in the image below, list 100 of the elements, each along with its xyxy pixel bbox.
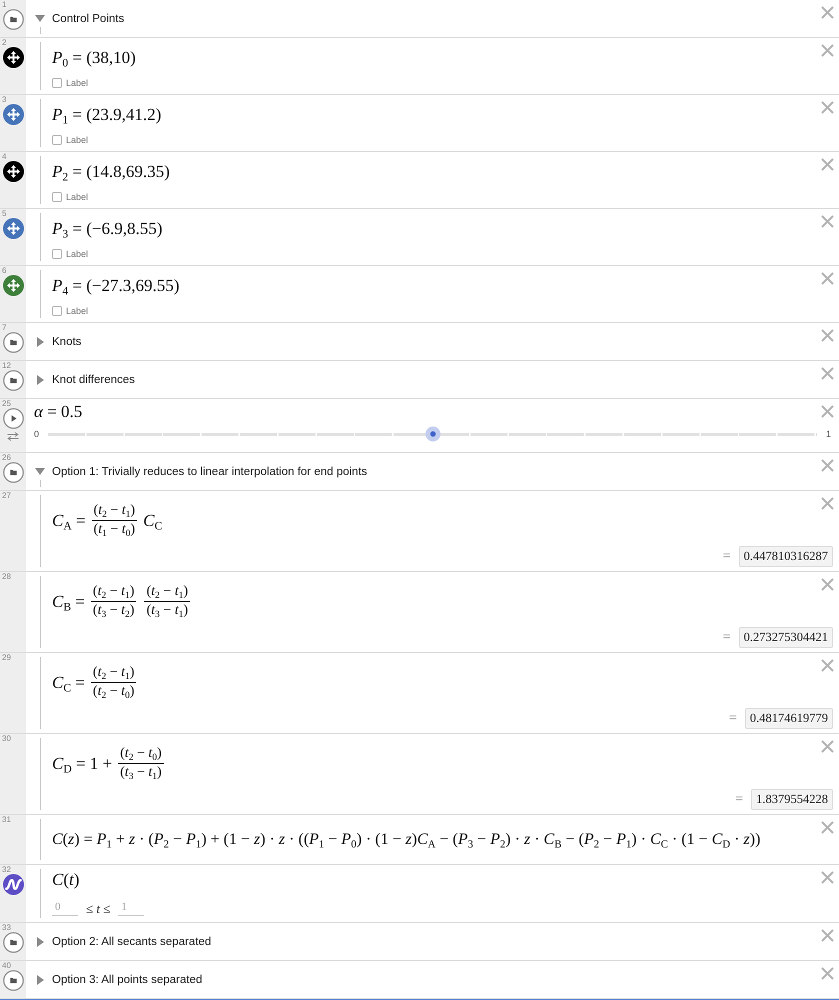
formula-text: P$_{1}$ = (23.9,41.2) [52,105,162,124]
formula-text: C$_{B}$ = [52,592,85,612]
folder-title: Control Points [52,12,124,24]
checkbox-label: Label [66,306,88,316]
label-checkbox[interactable] [52,306,62,316]
result-value: 1.8379554228 [751,789,833,810]
row-number: 32 [1,865,11,874]
row-number: 1 [1,0,6,9]
close-icon[interactable] [821,329,834,342]
folder-title: Knots [52,336,82,348]
swap-arrows-icon[interactable] [7,432,19,441]
equals-sign: = [722,630,731,646]
row-number: 6 [1,266,6,275]
close-icon[interactable] [821,6,834,19]
fraction-denominator: (t$_{3}$ − t$_{1}$) [145,603,190,619]
triangle-right-icon[interactable] [36,374,44,384]
fraction-denominator: (t$_{1}$ − t$_{0}$) [92,522,136,538]
close-icon[interactable] [821,871,834,884]
close-icon[interactable] [821,459,834,472]
formula-text: C$_{C}$ [143,510,162,530]
folder-icon[interactable] [2,332,24,353]
folder-icon[interactable] [2,932,24,953]
close-icon[interactable] [821,158,834,171]
fraction-numerator: (t$_{2}$ − t$_{1}$) [92,503,136,519]
close-icon[interactable] [821,578,834,591]
close-icon[interactable] [821,967,834,980]
folder-title: Option 3: All points separated [52,974,202,986]
close-icon[interactable] [821,405,834,418]
fraction-numerator: (t$_{2}$ − t$_{0}$) [119,746,163,762]
triangle-right-icon[interactable] [36,936,44,946]
folder-icon[interactable] [2,9,24,30]
checkbox-label: Label [66,78,88,88]
row-number: 12 [1,361,11,370]
triangle-down-icon[interactable] [35,468,45,475]
row-number: 25 [1,399,11,408]
folder-title: Option 2: All secants separated [52,936,212,948]
triangle-right-icon[interactable] [36,974,44,984]
row-number: 26 [1,453,11,462]
folder-icon[interactable] [2,462,24,483]
move-arrows-icon[interactable] [2,161,24,182]
checkbox-label: Label [66,135,88,145]
formula-text: C(z) = P$_{1}$ + z · (P$_{2}$ − P$_{1}$) + (1 − z) · z · ((P$_{1}$ − P$_{0}$) · (1 − z)C$_{A}$ − (P$_{3}$ − P$_{2}$) · z · C$_{B}$ − (P$_{2}$ − P$_{1}$) · C$_{C}$ · (1 − C$_{D}$ · z)) [52,831,760,849]
triangle-down-icon[interactable] [35,15,45,22]
close-icon[interactable] [821,44,834,57]
close-icon[interactable] [821,740,834,753]
formula-text: P$_{4}$ = (−27.3,69.55) [52,276,180,295]
row-number: 27 [1,491,11,500]
label-checkbox[interactable] [52,249,62,259]
triangle-right-icon[interactable] [36,336,44,346]
label-checkbox[interactable] [52,192,62,202]
fraction-denominator: (t$_{3}$ − t$_{1}$) [119,765,163,781]
folder-icon[interactable] [2,970,24,991]
formula-text: α = 0.5 [34,402,82,421]
close-icon[interactable] [821,929,834,942]
fraction-numerator: (t$_{2}$ − t$_{1}$) [145,584,190,600]
move-arrows-icon[interactable] [2,47,24,68]
label-checkbox[interactable] [52,78,62,88]
row-number: 28 [1,572,11,581]
row-number: 29 [1,653,11,662]
parameter-start-field[interactable]: 0 [52,901,78,916]
folder-title: Option 1: Trivially reduces to linear interpolation for end points [52,466,368,478]
close-icon[interactable] [821,497,834,510]
formula-text: C(t) [52,870,80,889]
equals-sign: = [728,710,737,726]
slider-thumb[interactable] [425,426,440,442]
equals-sign: = [735,792,744,808]
wave-icon[interactable] [2,874,24,895]
row-number: 31 [1,815,11,824]
row-number: 40 [1,961,11,970]
fraction-denominator: (t$_{3}$ − t$_{2}$) [92,603,136,619]
row-number: 5 [1,209,6,218]
slider-max-label: 1 [826,429,831,439]
row-number: 3 [1,95,6,104]
result-value: 0.273275304421 [738,627,833,648]
equals-sign: = [722,548,731,564]
label-checkbox[interactable] [52,135,62,145]
formula-text: C$_{C}$ = [52,672,85,692]
row-number: 2 [1,38,6,47]
fraction-numerator: (t$_{2}$ − t$_{1}$) [92,665,136,681]
parameter-end-field[interactable]: 1 [118,901,144,916]
row-number: 4 [1,152,6,161]
row-number: 7 [1,323,6,332]
close-icon[interactable] [821,367,834,380]
close-icon[interactable] [821,272,834,285]
result-value: 0.48174619779 [744,708,833,729]
close-icon[interactable] [821,659,834,672]
close-icon[interactable] [821,215,834,228]
play-icon[interactable] [2,408,24,429]
formula-text: C$_{A}$ = [52,510,86,530]
checkbox-label: Label [66,192,88,202]
parameter-relation: ≤ t ≤ [86,901,110,916]
formula-text: P$_{2}$ = (14.8,69.35) [52,162,170,181]
folder-icon[interactable] [2,370,24,391]
folder-title: Knot differences [52,374,135,386]
formula-text: P$_{3}$ = (−6.9,8.55) [52,219,162,238]
close-icon[interactable] [821,821,834,834]
result-value: 0.447810316287 [738,546,833,567]
close-icon[interactable] [821,101,834,114]
slider-min-label: 0 [34,429,40,439]
row-number: 33 [1,923,11,932]
